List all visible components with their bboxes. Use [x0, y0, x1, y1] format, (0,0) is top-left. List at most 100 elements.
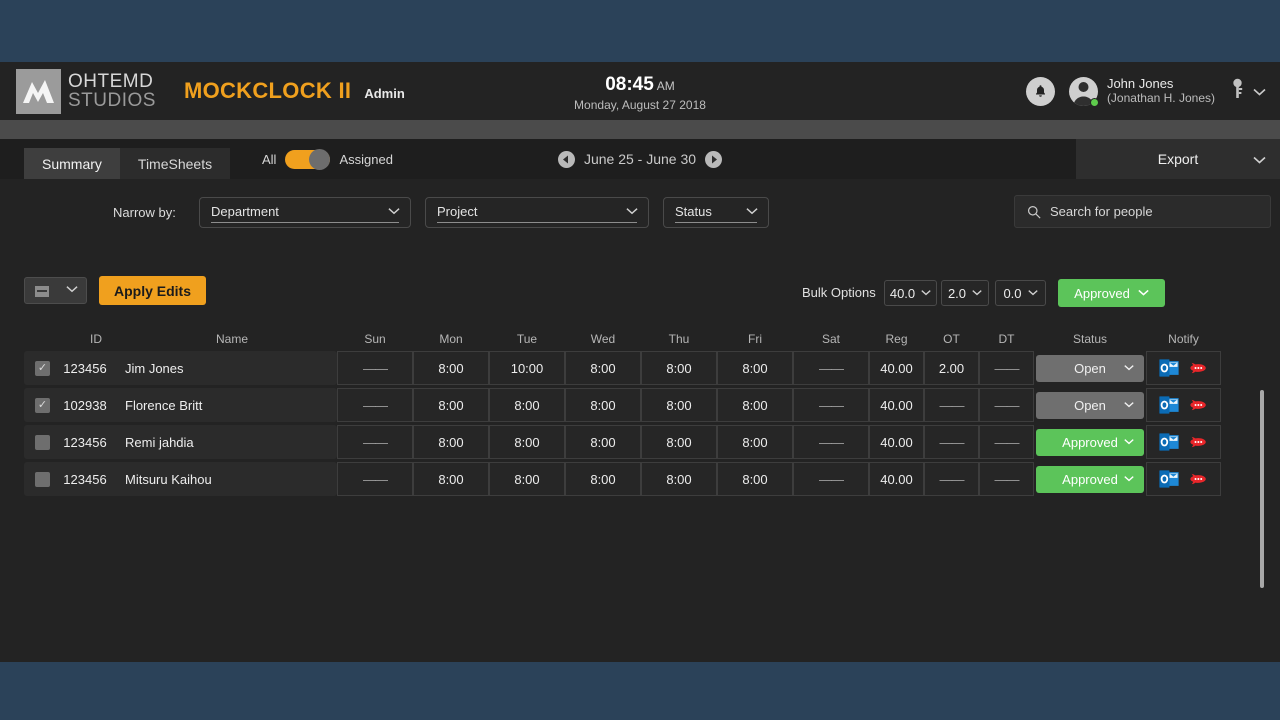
vertical-scrollbar[interactable] [1260, 390, 1264, 588]
status-dropdown[interactable]: Open [1036, 391, 1144, 419]
date-range-label: June 25 - June 30 [583, 151, 697, 167]
cell-wed[interactable]: 8:00 [565, 425, 641, 459]
cell-sat[interactable]: —— [793, 388, 869, 422]
cell-thu[interactable]: 8:00 [641, 351, 717, 385]
bulk-status-select[interactable]: Approved [1058, 279, 1165, 307]
cell-sun[interactable]: —— [337, 388, 413, 422]
rocketchat-notify-button[interactable] [1186, 356, 1210, 380]
row-employee-id: 102938 [63, 397, 107, 413]
cell-sat[interactable]: —— [793, 351, 869, 385]
cell-ot[interactable]: —— [924, 388, 979, 422]
rocketchat-notify-button[interactable] [1186, 430, 1210, 454]
status-dropdown[interactable]: Open [1036, 354, 1144, 382]
apply-edits-button[interactable]: Apply Edits [99, 276, 207, 305]
row-employee-name: Jim Jones [125, 360, 184, 376]
cell-fri[interactable]: 8:00 [717, 388, 793, 422]
online-status-dot [1089, 97, 1099, 107]
cell-dt[interactable]: —— [979, 425, 1034, 459]
cell-thu[interactable]: 8:00 [641, 425, 717, 459]
cell-wed[interactable]: 8:00 [565, 462, 641, 496]
prev-week-button[interactable] [557, 150, 575, 168]
bulk-reg-hours-select[interactable]: 40.0 [884, 280, 937, 306]
cell-mon[interactable]: 8:00 [413, 462, 489, 496]
cell-sat[interactable]: —— [793, 462, 869, 496]
cell-wed[interactable]: 8:00 [565, 388, 641, 422]
rocketchat-icon [1187, 394, 1209, 416]
cell-fri[interactable]: 8:00 [717, 425, 793, 459]
clock-time: 08:45 [605, 74, 654, 95]
user-avatar[interactable] [1068, 76, 1099, 107]
cell-tue[interactable]: 8:00 [489, 425, 565, 459]
cell-sun[interactable]: —— [337, 462, 413, 496]
filter-select-department[interactable]: Department [199, 197, 411, 228]
cell-sun[interactable]: —— [337, 351, 413, 385]
cell-reg[interactable]: 40.00 [869, 351, 924, 385]
filter-select-status[interactable]: Status [663, 197, 769, 228]
cell-reg[interactable]: 40.00 [869, 462, 924, 496]
cell-tue[interactable]: 8:00 [489, 388, 565, 422]
outlook-icon [1158, 468, 1180, 490]
cell-ot[interactable]: —— [924, 462, 979, 496]
status-label: Approved [1062, 434, 1118, 450]
bulk-selection-dropdown[interactable] [24, 277, 87, 304]
row-checkbox[interactable]: ✓ [35, 360, 50, 376]
outlook-notify-button[interactable] [1157, 467, 1181, 491]
rocketchat-notify-button[interactable] [1186, 393, 1210, 417]
top-bar-right: John Jones (Jonathan H. Jones) [1025, 62, 1270, 120]
cell-tue[interactable]: 8:00 [489, 462, 565, 496]
window-chrome-top [0, 0, 1280, 62]
column-header-sat: Sat [821, 331, 840, 346]
cell-tue[interactable]: 10:00 [489, 351, 565, 385]
filter-select-project[interactable]: Project [425, 197, 649, 228]
user-menu-chevron[interactable] [1253, 84, 1266, 99]
outlook-notify-button[interactable] [1157, 393, 1181, 417]
search-people-box[interactable]: Search for people [1014, 195, 1271, 228]
cell-thu[interactable]: 8:00 [641, 388, 717, 422]
cell-reg[interactable]: 40.00 [869, 425, 924, 459]
cell-wed[interactable]: 8:00 [565, 351, 641, 385]
brand-logo[interactable]: OHTEMD STUDIOS [16, 68, 156, 114]
row-checkbox[interactable] [35, 434, 50, 450]
column-header-notify: Notify [1168, 331, 1199, 346]
row-checkbox[interactable] [35, 471, 50, 487]
cell-reg[interactable]: 40.00 [869, 388, 924, 422]
narrow-by-label: Narrow by: [113, 205, 176, 220]
filter-project-value: Project [437, 204, 478, 219]
outlook-notify-button[interactable] [1157, 430, 1181, 454]
cell-dt[interactable]: —— [979, 351, 1034, 385]
cell-dt[interactable]: —— [979, 462, 1034, 496]
cell-dt[interactable]: —— [979, 388, 1034, 422]
status-dropdown[interactable]: Approved [1036, 465, 1144, 493]
user-name-block[interactable]: John Jones (Jonathan H. Jones) [1106, 75, 1215, 106]
bulk-ot-hours-select[interactable]: 2.0 [941, 280, 989, 306]
cell-mon[interactable]: 8:00 [413, 351, 489, 385]
cell-fri[interactable]: 8:00 [717, 462, 793, 496]
status-dropdown[interactable]: Approved [1036, 428, 1144, 456]
export-button[interactable]: Export [1076, 139, 1280, 179]
cell-sat[interactable]: —— [793, 425, 869, 459]
notifications-bell-button[interactable] [1025, 76, 1055, 106]
brand-line-1: OHTEMD [68, 70, 154, 92]
rocketchat-notify-button[interactable] [1186, 467, 1210, 491]
bulk-dt-hours-select[interactable]: 0.0 [995, 280, 1046, 306]
outlook-notify-button[interactable] [1157, 356, 1181, 380]
cell-ot[interactable]: 2.00 [924, 351, 979, 385]
cell-mon[interactable]: 8:00 [413, 425, 489, 459]
brand-logo-text: OHTEMD STUDIOS [68, 70, 156, 110]
table-header-row: ID Name Sun Mon Tue Wed Thu Fri Sat Reg OT DT Status… [24, 326, 1258, 351]
cell-fri[interactable]: 8:00 [717, 351, 793, 385]
key-button[interactable] [1231, 78, 1244, 105]
row-employee-name: Mitsuru Kaihou [125, 471, 212, 487]
user-display-name: John Jones [1106, 75, 1174, 91]
app-root: OHTEMD STUDIOS MOCKCLOCK II Admin 08:45 A… [0, 0, 1280, 720]
cell-ot[interactable]: —— [924, 425, 979, 459]
row-day-cells: —— 8:00 8:00 8:00 8:00 8:00 —— [337, 388, 869, 422]
cell-thu[interactable]: 8:00 [641, 462, 717, 496]
search-input[interactable]: Search for people [1050, 204, 1153, 219]
cell-mon[interactable]: 8:00 [413, 388, 489, 422]
cell-sun[interactable]: —— [337, 425, 413, 459]
next-week-button[interactable] [705, 150, 723, 168]
chevron-down-icon [972, 287, 982, 299]
status-label: Open [1074, 360, 1106, 376]
row-checkbox[interactable]: ✓ [35, 397, 50, 413]
